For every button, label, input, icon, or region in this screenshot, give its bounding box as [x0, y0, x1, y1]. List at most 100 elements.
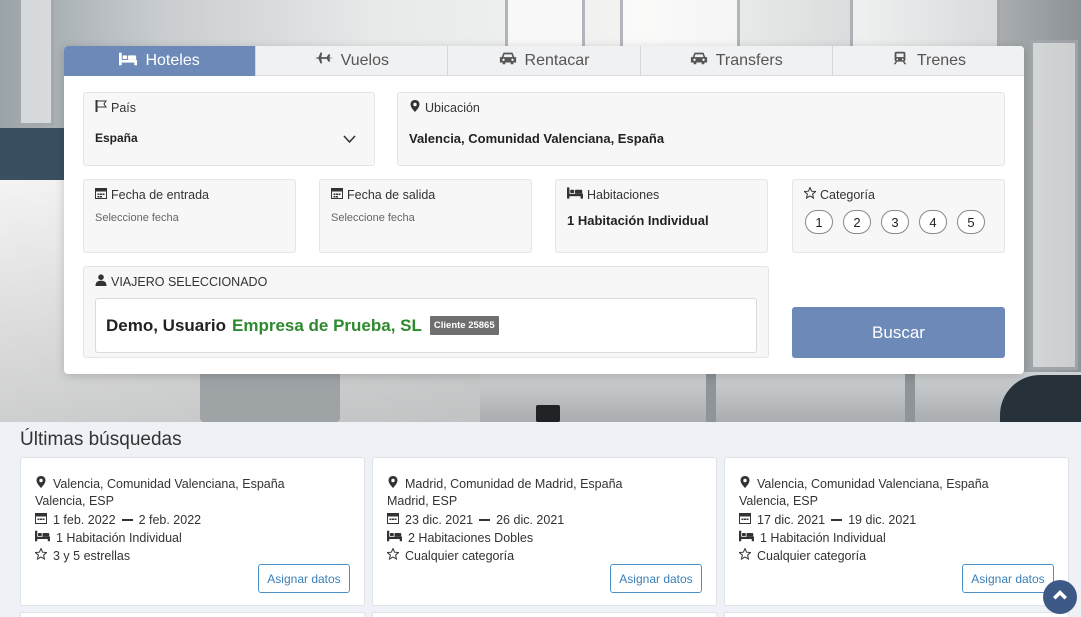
star-icon — [386, 547, 400, 563]
user-icon — [95, 274, 107, 289]
recent-search-card: Valencia, Comunidad Valenciana, España V… — [724, 457, 1069, 606]
car-icon — [499, 51, 517, 70]
recent-date-to: 26 dic. 2021 — [496, 512, 565, 527]
recent-searches-title: Últimas búsquedas — [20, 429, 182, 450]
traveler-section: VIAJERO SELECCIONADO Demo, Usuario Empre… — [83, 266, 769, 358]
calendar-icon — [387, 512, 399, 527]
recent-category: Cualquier categoría — [757, 548, 867, 563]
tab-hoteles[interactable]: Hoteles — [64, 46, 257, 76]
chevron-down-icon — [343, 131, 356, 149]
recent-search-card: Madrid, Comunidad de Madrid, España Madr… — [372, 457, 717, 606]
tab-rentacar[interactable]: Rentacar — [448, 46, 641, 76]
rooms-value: 1 Habitación Individual — [567, 213, 709, 228]
category-field: Categoría 1 2 3 4 5 — [792, 179, 1005, 253]
tab-label: Hoteles — [145, 52, 200, 69]
date-range-dash — [479, 518, 491, 521]
bed-icon — [35, 530, 50, 545]
calendar-icon — [35, 512, 47, 527]
rooms-field[interactable]: Habitaciones 1 Habitación Individual — [555, 179, 768, 253]
recent-search-card-partial — [372, 612, 717, 617]
tab-label: Trenes — [916, 51, 967, 69]
assign-data-button[interactable]: Asignar datos — [610, 564, 702, 593]
chevron-up-icon — [1051, 586, 1069, 609]
checkin-date-field[interactable]: Fecha de entrada Seleccione fecha — [83, 179, 296, 253]
category-option-3[interactable]: 3 — [881, 210, 909, 234]
search-button[interactable]: Buscar — [792, 307, 1005, 358]
tab-label: Vuelos — [340, 51, 389, 69]
recent-city: Valencia, ESP — [35, 494, 114, 508]
recent-location: Valencia, Comunidad Valenciana, España — [53, 476, 285, 491]
country-label: País — [111, 100, 137, 115]
calendar-icon — [739, 512, 751, 527]
assign-data-button[interactable]: Asignar datos — [258, 564, 350, 593]
recent-location: Madrid, Comunidad de Madrid, España — [405, 476, 623, 491]
recent-rooms: 1 Habitación Individual — [760, 530, 886, 545]
recent-search-card: Valencia, Comunidad Valenciana, España V… — [20, 457, 365, 606]
bed-icon — [739, 530, 754, 545]
rooms-label: Habitaciones — [587, 187, 660, 202]
category-options: 1 2 3 4 5 — [805, 210, 985, 234]
checkout-placeholder: Seleccione fecha — [331, 212, 415, 224]
star-icon — [34, 547, 48, 563]
recent-date-from: 17 dic. 2021 — [757, 512, 826, 527]
recent-city: Valencia, ESP — [739, 494, 818, 508]
map-marker-icon — [409, 100, 421, 115]
checkin-label: Fecha de entrada — [111, 187, 209, 202]
search-panel: Hoteles Vuelos Rentacar Transfers Trenes… — [64, 46, 1024, 374]
client-badge: Cliente 25865 — [429, 316, 499, 335]
category-option-2[interactable]: 2 — [843, 210, 871, 234]
recent-category: Cualquier categoría — [405, 548, 515, 563]
tab-trenes[interactable]: Trenes — [832, 46, 1024, 76]
train-icon — [891, 51, 909, 70]
checkout-label: Fecha de salida — [347, 187, 436, 202]
recent-date-from: 23 dic. 2021 — [405, 512, 474, 527]
star-icon — [738, 547, 752, 563]
date-range-dash — [831, 518, 843, 521]
recent-date-to: 2 feb. 2022 — [138, 512, 202, 527]
location-field[interactable]: Ubicación Valencia, Comunidad Valenciana… — [397, 92, 1005, 166]
traveler-company: Empresa de Prueba, SL — [231, 315, 422, 335]
location-label: Ubicación — [425, 100, 480, 115]
country-value: España — [95, 131, 138, 145]
recent-search-card-partial — [20, 612, 365, 617]
traveler-input[interactable]: Demo, Usuario Empresa de Prueba, SL Clie… — [95, 298, 757, 353]
tab-vuelos[interactable]: Vuelos — [256, 46, 449, 76]
category-option-5[interactable]: 5 — [957, 210, 985, 234]
tab-transfers[interactable]: Transfers — [640, 46, 833, 76]
map-marker-icon — [739, 476, 751, 491]
product-tabs: Hoteles Vuelos Rentacar Transfers Trenes — [64, 46, 1024, 76]
recent-search-card-partial — [724, 612, 1069, 617]
traveler-name: Demo, Usuario — [106, 315, 226, 335]
tab-label: Rentacar — [524, 51, 590, 69]
traveler-label: VIAJERO SELECCIONADO — [111, 274, 268, 289]
category-option-4[interactable]: 4 — [919, 210, 947, 234]
country-select[interactable]: País España — [83, 92, 375, 166]
calendar-icon — [331, 187, 343, 202]
star-icon — [803, 186, 817, 202]
calendar-icon — [95, 187, 107, 202]
recent-category: 3 y 5 estrellas — [53, 548, 131, 563]
flag-icon — [95, 99, 107, 115]
recent-date-to: 19 dic. 2021 — [848, 512, 917, 527]
recent-date-from: 1 feb. 2022 — [53, 512, 116, 527]
recent-rooms: 1 Habitación Individual — [56, 530, 182, 545]
category-label: Categoría — [820, 187, 875, 202]
recent-city: Madrid, ESP — [387, 494, 458, 508]
recent-location: Valencia, Comunidad Valenciana, España — [757, 476, 989, 491]
tab-label: Transfers — [715, 51, 783, 69]
checkout-date-field[interactable]: Fecha de salida Seleccione fecha — [319, 179, 532, 253]
category-option-1[interactable]: 1 — [805, 210, 833, 234]
bed-icon — [387, 530, 402, 545]
assign-data-button[interactable]: Asignar datos — [962, 564, 1054, 593]
bed-icon — [567, 187, 583, 202]
date-range-dash — [121, 518, 133, 521]
scroll-to-top-button[interactable] — [1043, 580, 1077, 614]
plane-icon — [314, 51, 333, 70]
checkin-placeholder: Seleccione fecha — [95, 212, 179, 224]
map-marker-icon — [387, 476, 399, 491]
car-icon — [690, 51, 708, 70]
recent-rooms: 2 Habitaciones Dobles — [408, 530, 534, 545]
location-value: Valencia, Comunidad Valenciana, España — [409, 131, 665, 146]
bed-icon — [119, 52, 138, 71]
map-marker-icon — [35, 476, 47, 491]
